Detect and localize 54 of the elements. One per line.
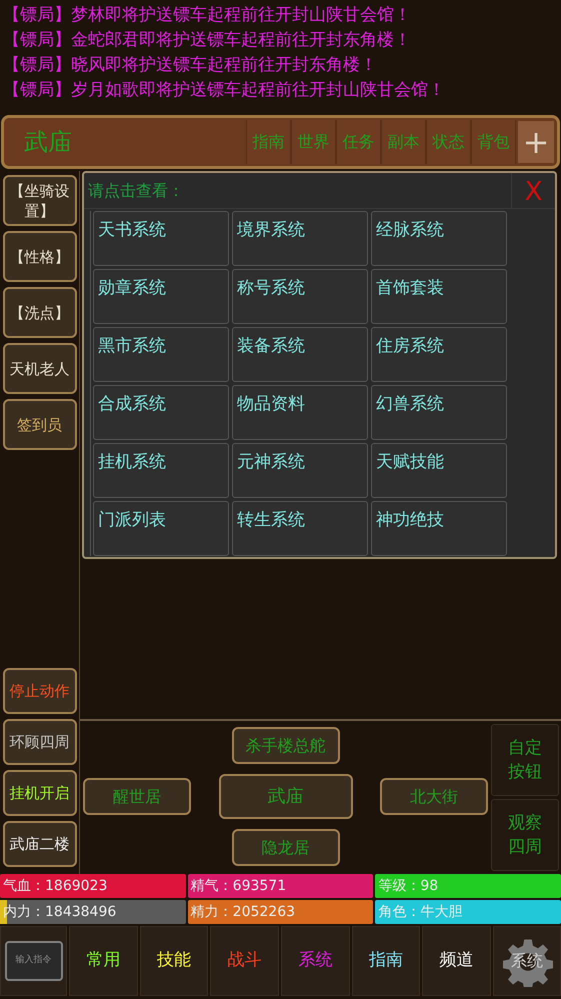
side-button[interactable]: 【坐骑设置】 [2,175,76,226]
menu-item[interactable]: 住房系统 [371,327,507,382]
side-button[interactable]: 武庙二楼 [2,821,76,867]
stat-text: 角色：牛大胆 [377,902,462,922]
menu-item[interactable]: 幻兽系统 [371,385,507,440]
input-command-button[interactable]: 输入指令 [4,941,62,981]
action-button[interactable]: 自定按钮 [491,724,559,796]
message-line: 【镖局】晓风即将护送镖车起程前往开封东角楼！ [3,54,378,77]
menu-item[interactable]: 首饰套装 [371,269,507,324]
nav-tab[interactable]: 技能 [140,926,208,996]
menu-item[interactable]: 经脉系统 [371,211,507,266]
side-button[interactable]: 停止动作 [2,668,76,714]
side-button[interactable]: 天机老人 [2,343,76,394]
stat-text: 精力：2052263 [190,902,296,922]
location-title: 武庙 [24,127,73,158]
menu-item[interactable]: 元神系统 [232,443,368,498]
side-button[interactable]: 签到员 [2,399,76,450]
menu-item[interactable]: 物品资料 [232,385,368,440]
menu-item[interactable]: 勋章系统 [93,269,229,324]
nav-tab[interactable]: 频道 [422,926,492,996]
action-button[interactable]: 观察四周 [491,799,559,871]
nav-tab[interactable]: 常用 [69,926,138,996]
message-line: 【镖局】梦林即将护送镖车起程前往开封山陕甘会馆！ [3,4,412,27]
menu-item[interactable]: 黑市系统 [93,327,229,382]
exit-button[interactable]: 武庙 [218,774,352,819]
menu-item[interactable]: 装备系统 [232,327,368,382]
nav-tab[interactable]: 指南 [352,926,420,996]
menu-item[interactable]: 境界系统 [232,211,368,266]
message-line: 【镖局】金蛇郎君即将护送镖车起程前往开封东角楼！ [3,29,412,52]
nav-tab[interactable]: 系统 [281,926,350,996]
menu-item[interactable]: 神功绝技 [371,501,507,556]
side-button[interactable]: 【性格】 [2,231,76,282]
stat-text: 气血：1869023 [2,876,108,896]
exit-button[interactable]: 醒世居 [83,778,191,815]
menu-item[interactable]: 天书系统 [93,211,229,266]
exit-button[interactable]: 北大街 [380,778,488,815]
menu-item[interactable]: 转生系统 [232,501,368,556]
menu-item[interactable]: 称号系统 [232,269,368,324]
stat-text: 精气：693571 [190,876,286,896]
message-line: 【镖局】岁月如歌即将护送镖车起程前往开封山陕甘会馆！ [3,79,446,102]
menu-item[interactable]: 合成系统 [93,385,229,440]
menu-item[interactable]: 天赋技能 [371,443,507,498]
gear-icon [503,937,554,987]
menu-item[interactable]: 门派列表 [93,501,229,556]
stat-text: 等级：98 [377,876,438,896]
dialog-title: 请点击查看： [88,180,184,202]
side-button[interactable]: 【洗点】 [2,287,76,338]
plus-button[interactable]: + [518,121,554,163]
side-button[interactable]: 挂机开启 [2,770,76,816]
exit-button[interactable]: 杀手楼总舵 [232,727,340,764]
exit-button[interactable]: 隐龙居 [232,829,340,866]
menu-item[interactable]: 挂机系统 [93,443,229,498]
nav-tab[interactable]: 战斗 [210,926,280,996]
side-button[interactable]: 环顾四周 [2,719,76,765]
